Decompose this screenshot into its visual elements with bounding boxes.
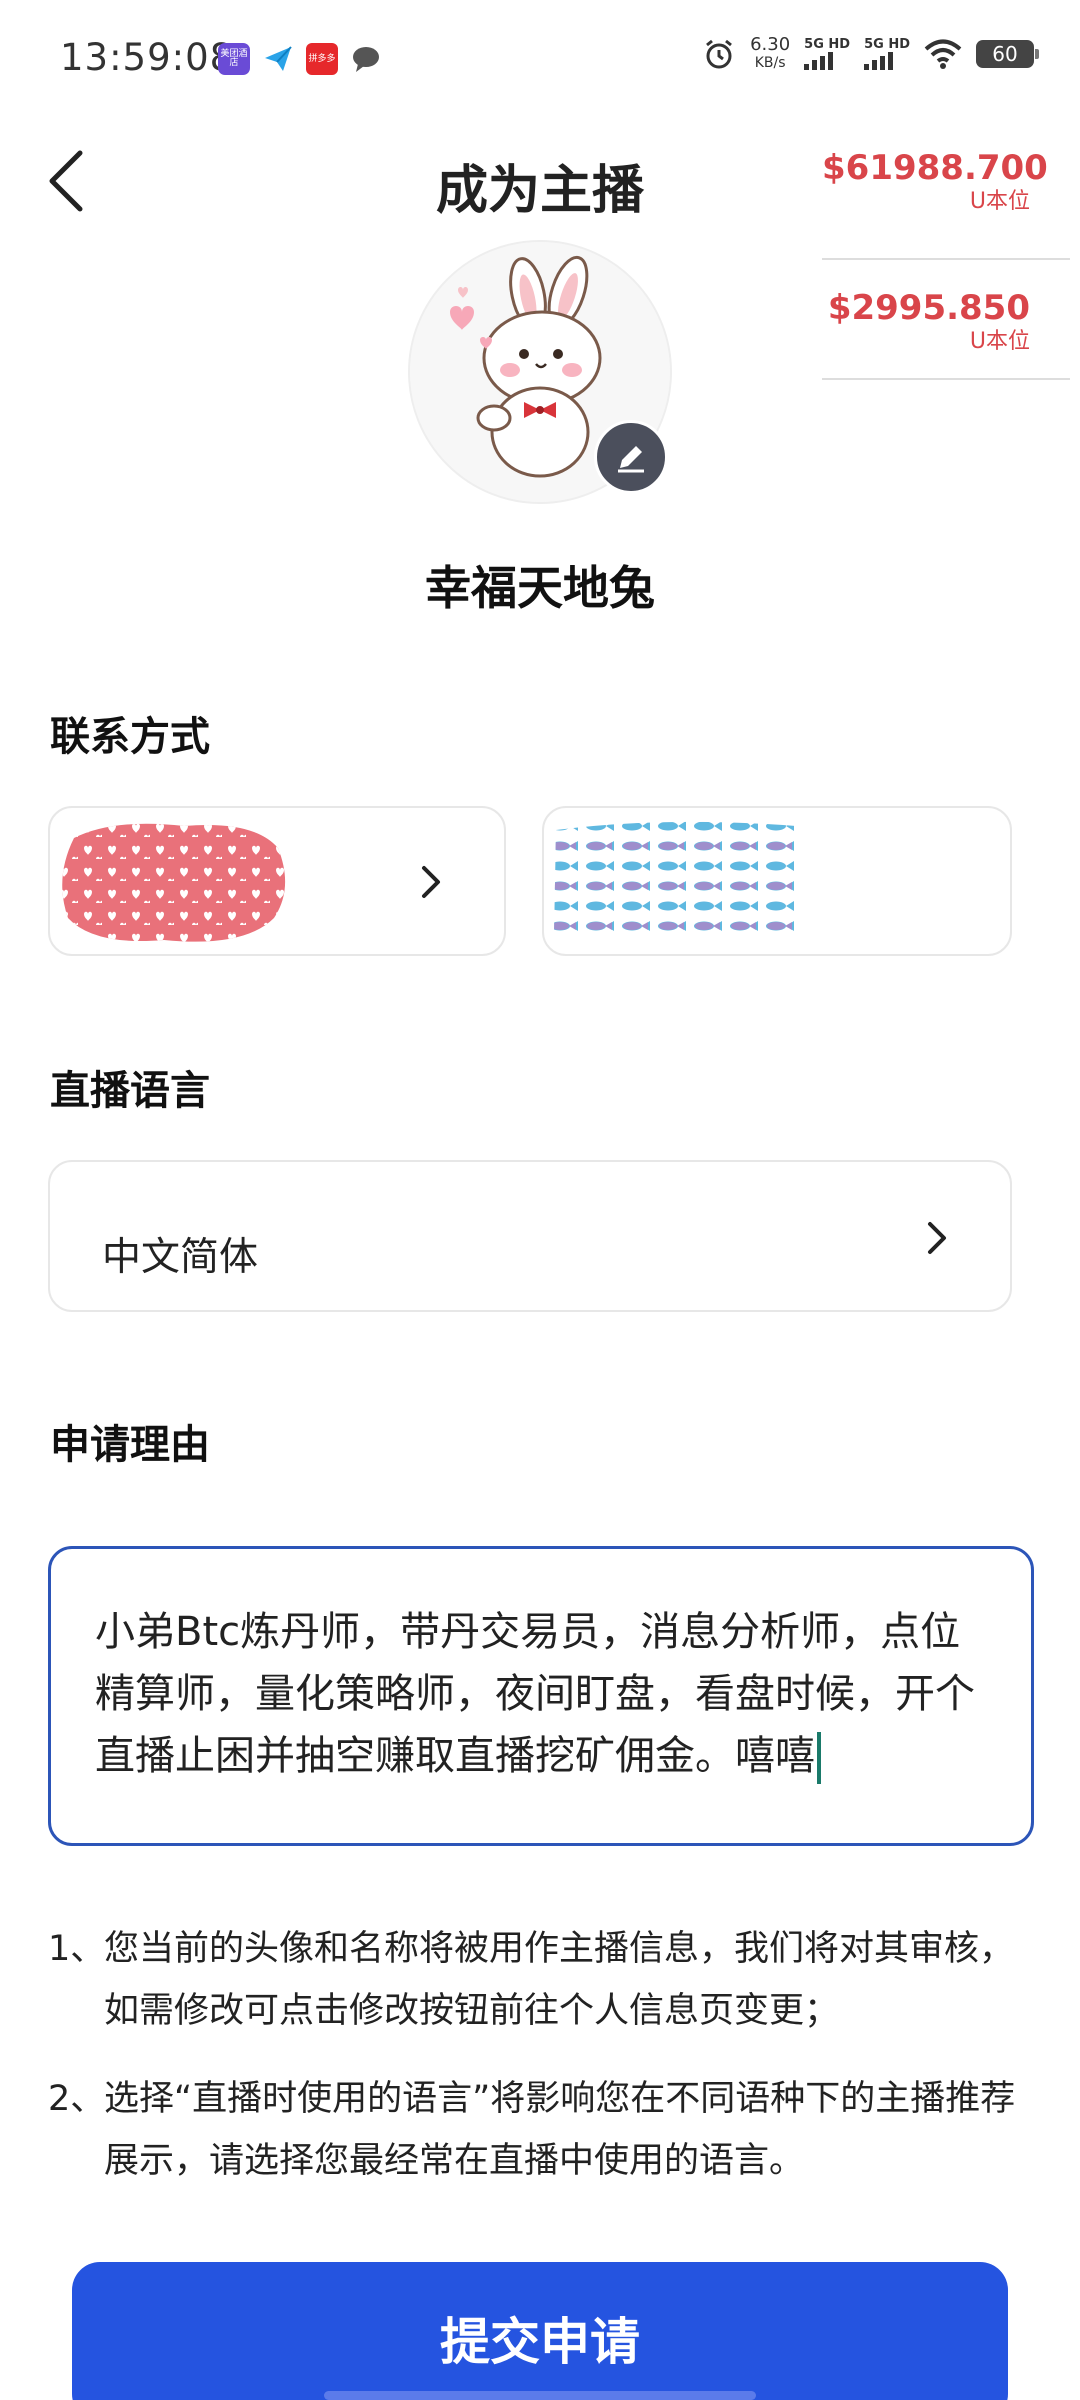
alarm-icon [706, 39, 733, 69]
network-speed-unit: KB/s [754, 55, 786, 71]
home-indicator[interactable] [324, 2391, 756, 2400]
reason-value: 小弟Btc炼丹师，带丹交易员，消息分析师，点位精算师，量化策略师，夜间盯盘，看盘… [95, 1609, 975, 1779]
pencil-icon [618, 446, 644, 473]
wifi-icon [924, 39, 962, 69]
contact-section-label: 联系方式 [50, 714, 210, 760]
battery-icon: 60 [976, 40, 1039, 68]
price-unit: U本位 [969, 189, 1030, 214]
note-text: 您当前的头像和名称将被用作主播信息，我们将对其审核，如需修改可点击修改按钮前往个… [104, 1929, 1015, 2031]
language-section-label: 直播语言 [50, 1068, 210, 1114]
text-caret [817, 1732, 821, 1784]
price-item[interactable]: $61988.700 U本位 [822, 140, 1070, 260]
network-speed: 6.30 KB/s [750, 36, 790, 72]
contact-card-1[interactable] [48, 806, 506, 956]
status-time: 13:59:08 [60, 36, 235, 79]
note-text: 选择“直播时使用的语言”将影响您在不同语种下的主播推荐展示，请选择您最经常在直播… [104, 2079, 1016, 2181]
notification-icons: 美团酒店 拼多多 [218, 43, 382, 75]
username: 幸福天地兔 [425, 561, 655, 615]
chat-bubble-icon [350, 43, 382, 75]
note-number: 2、 [48, 2079, 106, 2119]
chevron-right-icon [928, 1222, 946, 1254]
note-item: 1、 您当前的头像和名称将被用作主播信息，我们将对其审核，如需修改可点击修改按钮… [48, 1918, 1028, 2042]
submit-application-button[interactable]: 提交申请 [72, 2262, 1008, 2400]
price-widget[interactable]: $61988.700 U本位 $2995.850 U本位 [822, 140, 1070, 380]
signal-sim1: 5G HD [804, 38, 850, 70]
redacted-contact-sticker [554, 821, 802, 941]
price-unit: U本位 [969, 329, 1030, 354]
hotel-app-icon: 美团酒店 [218, 43, 250, 75]
system-icons: 6.30 KB/s 5G HD 5G HD 60 [702, 36, 1039, 72]
edit-avatar-button[interactable] [594, 420, 668, 494]
contact-card-2[interactable] [542, 806, 1012, 956]
network-speed-value: 6.30 [750, 34, 791, 55]
redacted-contact-sticker [62, 823, 286, 942]
language-selector[interactable]: 中文简体 [48, 1160, 1012, 1312]
become-streamer-page: 13:59:08 美团酒店 拼多多 6.30 KB/s 5G HD 5G HD [0, 0, 1080, 2400]
shop-app-icon: 拼多多 [306, 43, 338, 75]
language-value: 中文简体 [102, 1235, 259, 1280]
note-number: 1、 [48, 1929, 106, 1969]
reason-text: 小弟Btc炼丹师，带丹交易员，消息分析师，点位精算师，量化策略师，夜间盯盘，看盘… [95, 1601, 995, 1787]
signal-sim2: 5G HD [864, 38, 910, 70]
reason-section-label: 申请理由 [50, 1422, 210, 1468]
note-item: 2、 选择“直播时使用的语言”将影响您在不同语种下的主播推荐展示，请选择您最经常… [48, 2068, 1028, 2192]
chevron-right-icon [422, 866, 440, 898]
reason-textarea[interactable]: 小弟Btc炼丹师，带丹交易员，消息分析师，点位精算师，量化策略师，夜间盯盘，看盘… [48, 1546, 1034, 1846]
price-value: $61988.700 [822, 148, 1048, 188]
sim2-label: 5G HD [864, 37, 910, 52]
notes-list: 1、 您当前的头像和名称将被用作主播信息，我们将对其审核，如需修改可点击修改按钮… [48, 1918, 1028, 2218]
status-bar: 13:59:08 美团酒店 拼多多 6.30 KB/s 5G HD 5G HD [0, 0, 1080, 120]
price-value: $2995.850 [827, 288, 1030, 328]
signal-bars-icon [804, 52, 834, 70]
send-icon [262, 43, 294, 75]
signal-bars-icon [864, 52, 894, 70]
price-item[interactable]: $2995.850 U本位 [822, 260, 1070, 380]
sim1-label: 5G HD [804, 37, 851, 52]
